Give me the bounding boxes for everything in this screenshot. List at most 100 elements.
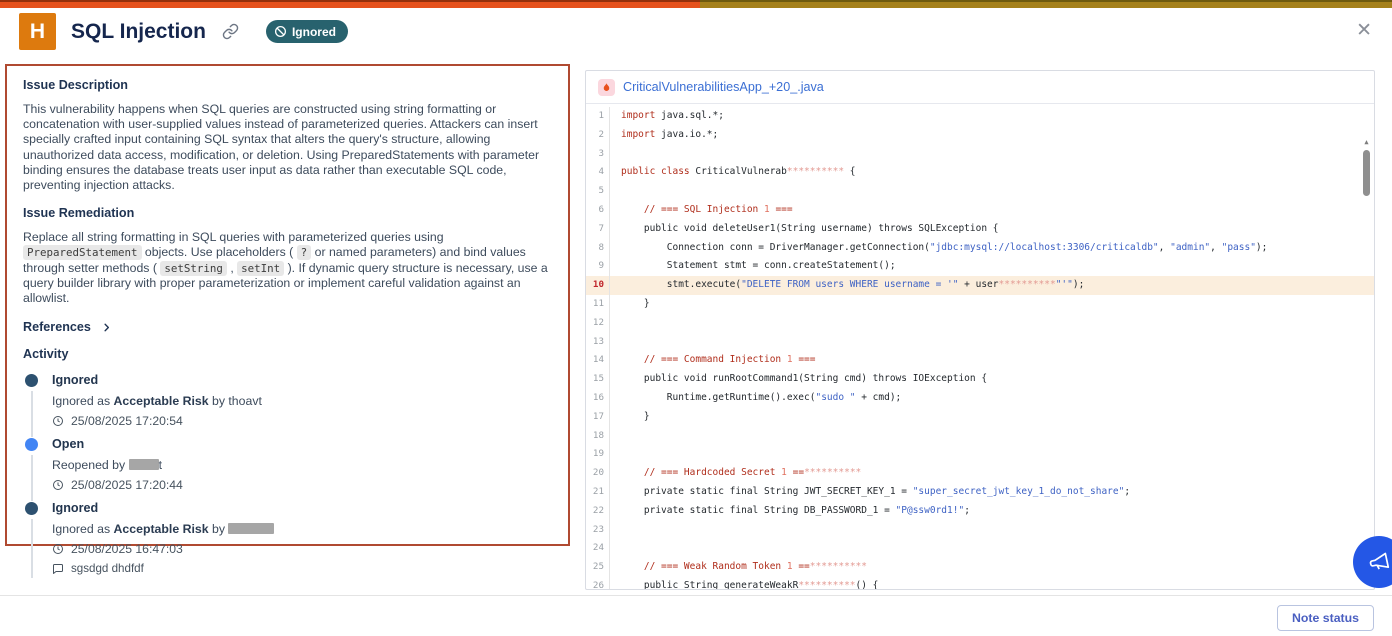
code-line: 14 // === Command Injection 1 === — [586, 351, 1374, 370]
code-line: 2import java.io.*; — [586, 126, 1374, 145]
clock-icon — [52, 479, 64, 491]
code-line: 15 public void runRootCommand1(String cm… — [586, 370, 1374, 389]
code-file-header: CriticalVulnerabilitiesApp_+20_.java — [586, 71, 1374, 104]
code-line: 11 } — [586, 295, 1374, 314]
line-number: 21 — [586, 483, 610, 502]
code-line: 5 — [586, 182, 1374, 201]
code-text: stmt.execute("DELETE FROM users WHERE us… — [610, 276, 1084, 295]
code-text: public void deleteUser1(String username)… — [610, 220, 999, 239]
code-line: 19 — [586, 445, 1374, 464]
code-line: 13 — [586, 333, 1374, 352]
issue-description-text: This vulnerability happens when SQL quer… — [23, 102, 552, 193]
code-text: Runtime.getRuntime().exec("sudo " + cmd)… — [610, 389, 901, 408]
line-number: 2 — [586, 126, 610, 145]
status-badge-label: Ignored — [292, 25, 336, 39]
code-line: 6 // === SQL Injection 1 === — [586, 201, 1374, 220]
line-number: 22 — [586, 502, 610, 521]
line-number: 4 — [586, 163, 610, 182]
line-number: 9 — [586, 257, 610, 276]
line-number: 10 — [586, 276, 610, 295]
line-number: 7 — [586, 220, 610, 239]
code-line: 4public class CriticalVulnerab**********… — [586, 163, 1374, 182]
code-scrollbar[interactable]: ▲ — [1362, 138, 1371, 196]
code-text: // === Command Injection 1 === — [610, 351, 816, 370]
activity-entry-time: 25/08/2025 17:20:44 — [52, 478, 552, 492]
activity-entry-comment: sgsdgd dhdfdf — [52, 562, 552, 575]
line-number: 24 — [586, 539, 610, 558]
line-number: 20 — [586, 464, 610, 483]
line-number: 25 — [586, 558, 610, 577]
code-text: import java.io.*; — [610, 126, 718, 145]
line-number: 6 — [586, 201, 610, 220]
issue-detail-panel: Issue Description This vulnerability hap… — [5, 64, 570, 546]
inline-code: PreparedStatement — [23, 245, 142, 260]
code-viewer-panel: CriticalVulnerabilitiesApp_+20_.java 1im… — [585, 70, 1375, 590]
footer-bar: Note status — [0, 595, 1392, 636]
line-number: 23 — [586, 521, 610, 540]
activity-entry: Open Reopened by t 25/08/2025 17:20:44 — [23, 437, 552, 501]
activity-heading: Activity — [23, 347, 552, 361]
redacted-username — [228, 523, 274, 534]
remediation-text: , — [227, 261, 237, 275]
references-toggle[interactable]: References — [23, 320, 552, 334]
code-text: public void runRootCommand1(String cmd) … — [610, 370, 987, 389]
header: H SQL Injection Ignored — [19, 13, 348, 50]
line-number: 5 — [586, 182, 610, 201]
activity-entry-detail: Reopened by t — [52, 458, 552, 472]
logo-letter: H — [30, 20, 45, 44]
line-number: 19 — [586, 445, 610, 464]
code-line: 16 Runtime.getRuntime().exec("sudo " + c… — [586, 389, 1374, 408]
status-dot-ignored — [25, 502, 38, 515]
comment-icon — [52, 563, 64, 575]
line-number: 3 — [586, 145, 610, 164]
status-dot-open — [25, 438, 38, 451]
references-label: References — [23, 320, 91, 334]
code-text: } — [610, 408, 650, 427]
close-icon[interactable]: ✕ — [1356, 21, 1372, 40]
activity-entry-title: Open — [52, 437, 552, 451]
code-text: // === Hardcoded Secret 1 ==********** — [610, 464, 861, 483]
chevron-right-icon — [101, 322, 112, 333]
code-line: 8 Connection conn = DriverManager.getCon… — [586, 239, 1374, 258]
code-line: 24 — [586, 539, 1374, 558]
code-line: 18 — [586, 427, 1374, 446]
activity-entry-title: Ignored — [52, 501, 552, 515]
note-status-button[interactable]: Note status — [1277, 605, 1374, 631]
issue-remediation-heading: Issue Remediation — [23, 206, 552, 220]
activity-entry: Ignored Ignored as Acceptable Risk by 25… — [23, 501, 552, 584]
code-line: 17 } — [586, 408, 1374, 427]
remediation-text: Replace all string formatting in SQL que… — [23, 230, 444, 244]
code-text: } — [610, 295, 650, 314]
activity-entry-detail: Ignored as Acceptable Risk by thoavt — [52, 394, 552, 408]
line-number: 15 — [586, 370, 610, 389]
scroll-up-icon[interactable]: ▲ — [1362, 138, 1371, 146]
line-number: 14 — [586, 351, 610, 370]
code-text — [610, 445, 621, 464]
status-badge[interactable]: Ignored — [266, 20, 348, 43]
code-line: 7 public void deleteUser1(String usernam… — [586, 220, 1374, 239]
line-number: 12 — [586, 314, 610, 333]
line-number: 13 — [586, 333, 610, 352]
file-name-link[interactable]: CriticalVulnerabilitiesApp_+20_.java — [623, 80, 824, 94]
code-line: 22 private static final String DB_PASSWO… — [586, 502, 1374, 521]
code-line: 21 private static final String JWT_SECRE… — [586, 483, 1374, 502]
code-text: Connection conn = DriverManager.getConne… — [610, 239, 1267, 258]
code-text: public class CriticalVulnerab********** … — [610, 163, 856, 182]
top-strip-right — [700, 0, 1392, 8]
issue-description-heading: Issue Description — [23, 78, 552, 92]
code-text: public String generateWeakR**********() … — [610, 577, 878, 590]
line-number: 18 — [586, 427, 610, 446]
code-text — [610, 145, 621, 164]
code-body: 1import java.sql.*;2import java.io.*;34p… — [586, 104, 1374, 590]
copy-link-icon[interactable] — [222, 23, 239, 40]
code-line: 26 public String generateWeakR**********… — [586, 577, 1374, 590]
code-text — [610, 314, 621, 333]
highlighted-code-line: 10 stmt.execute("DELETE FROM users WHERE… — [586, 276, 1374, 295]
issue-remediation-text: Replace all string formatting in SQL que… — [23, 230, 552, 306]
redacted-username — [129, 459, 159, 470]
code-text: // === Weak Random Token 1 ==********** — [610, 558, 867, 577]
scrollbar-thumb[interactable] — [1363, 150, 1370, 196]
flame-file-icon — [598, 79, 615, 96]
code-text — [610, 521, 621, 540]
code-text — [610, 182, 621, 201]
